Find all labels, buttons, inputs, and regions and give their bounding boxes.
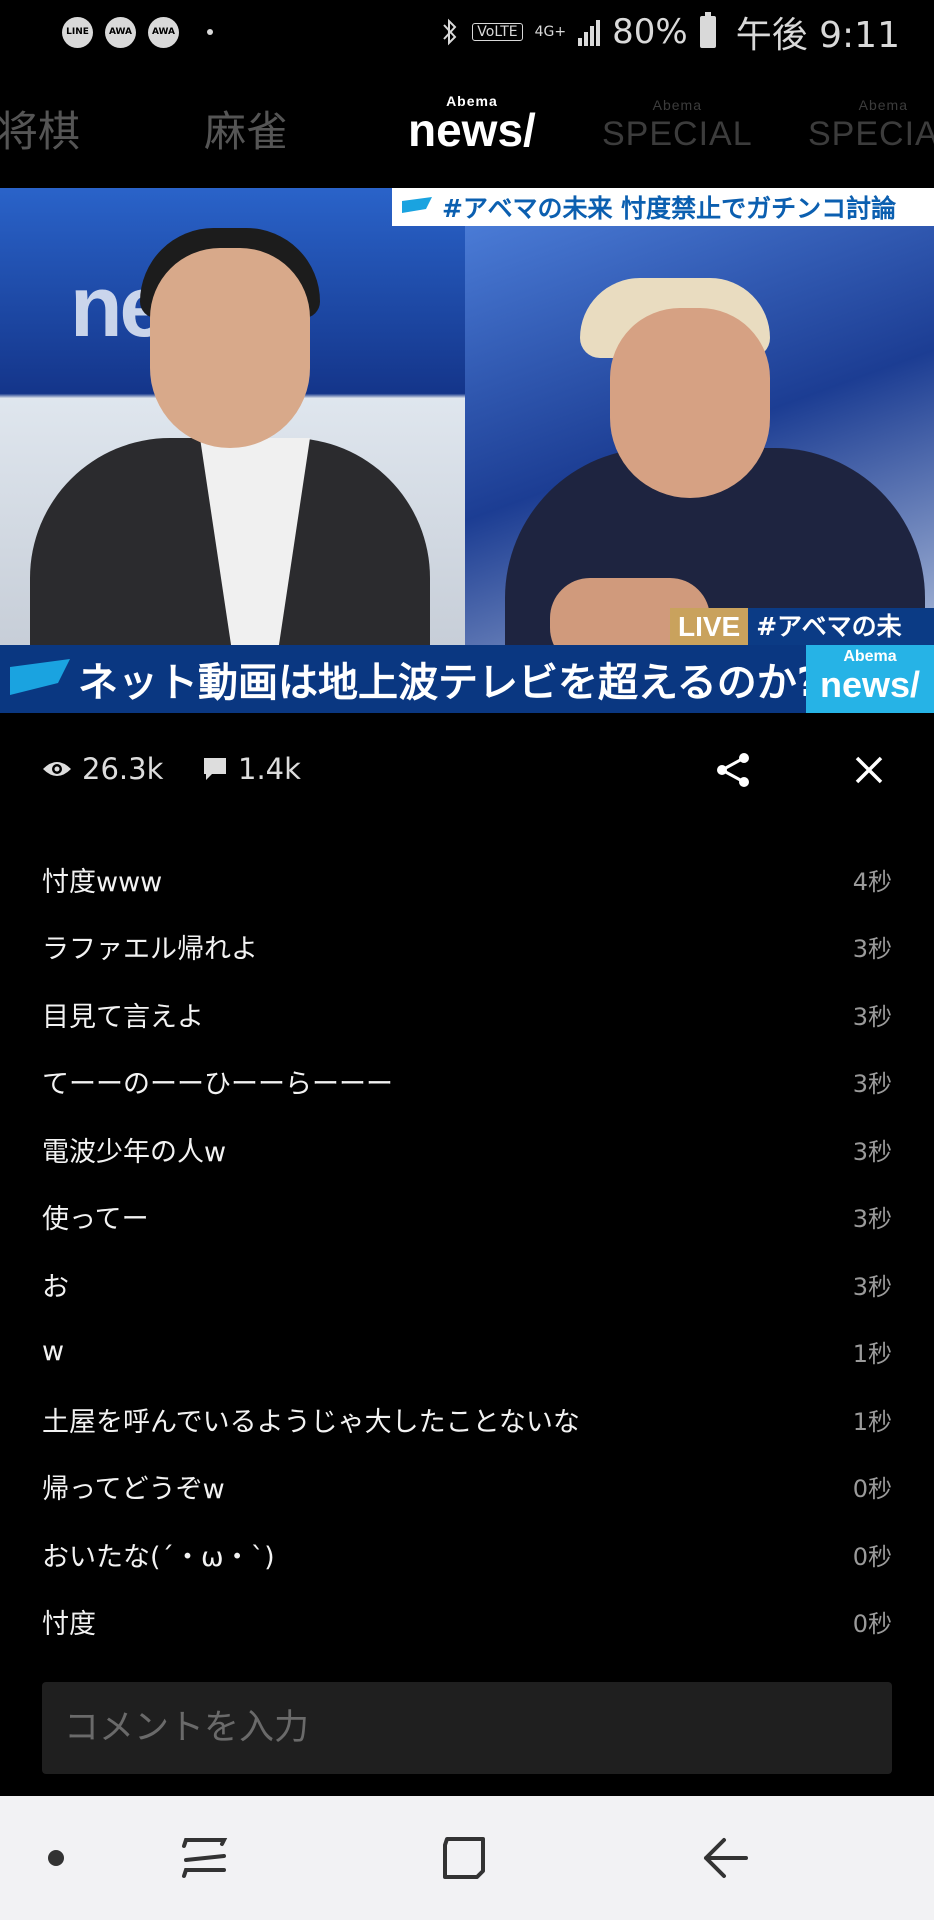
battery-percentage: 80% bbox=[612, 12, 688, 52]
comment-item: w 1秒 bbox=[42, 1318, 892, 1385]
awa-notification-icon: AWA bbox=[148, 16, 179, 48]
channel-tab-sub-label: Abema bbox=[858, 97, 908, 113]
comment-timestamp: 3秒 bbox=[852, 1273, 892, 1301]
comment-text: 忖度www bbox=[42, 867, 163, 898]
back-button[interactable] bbox=[686, 1796, 766, 1920]
guest-left-face bbox=[150, 248, 310, 448]
channel-tab-label: SPECIAL bbox=[808, 115, 934, 153]
system-navigation-bar bbox=[0, 1796, 934, 1920]
live-badge: LIVE bbox=[670, 608, 749, 645]
comment-item: 目見て言えよ 3秒 bbox=[42, 981, 892, 1048]
home-icon bbox=[443, 1837, 485, 1879]
close-button[interactable] bbox=[841, 742, 897, 798]
signal-strength-icon bbox=[578, 18, 601, 46]
comment-item: おいたな(´・ω・`) 0秒 bbox=[42, 1521, 892, 1588]
network-type-icon: 4G+ bbox=[534, 24, 567, 40]
comment-count: 1.4k bbox=[202, 752, 301, 786]
comment-text: 目見て言えよ bbox=[42, 1002, 204, 1033]
channel-tab-label: 麻雀 bbox=[204, 107, 289, 156]
comment-item: 帰ってどうぞw 0秒 bbox=[42, 1453, 892, 1520]
comment-item: お 3秒 bbox=[42, 1251, 892, 1318]
channel-tab-sub-label: Abema bbox=[652, 97, 702, 113]
eye-icon bbox=[43, 762, 71, 776]
clock: 午後 9:11 bbox=[735, 15, 900, 56]
video-top-ticker: #アベマの未来 忖度禁止でガチンコ討論 bbox=[392, 188, 934, 226]
comment-text: てーーのーーひーーらーーー bbox=[42, 1069, 393, 1100]
comment-item: 電波少年の人w 3秒 bbox=[42, 1116, 892, 1183]
channel-tab-label: 将棋 bbox=[0, 107, 81, 156]
back-arrow-icon bbox=[704, 1838, 748, 1878]
more-notifications-dot-icon bbox=[207, 29, 213, 35]
channel-tab-abema-special[interactable]: Abema SPECIAL bbox=[602, 98, 753, 156]
bluetooth-icon bbox=[443, 18, 457, 46]
abema-news-logo: Abema news/ bbox=[806, 645, 934, 713]
comment-timestamp: 3秒 bbox=[852, 1138, 892, 1166]
view-count: 26.3k bbox=[42, 752, 163, 786]
channel-tab-label: news/ bbox=[408, 104, 536, 156]
dot-icon bbox=[48, 1850, 64, 1866]
comment-text: w bbox=[42, 1336, 65, 1367]
stats-row: 26.3k 1.4k bbox=[0, 740, 934, 800]
comment-text: 土屋を呼んでいるようじゃ大したことないな bbox=[42, 1407, 580, 1438]
recent-apps-button[interactable] bbox=[160, 1796, 248, 1920]
comment-timestamp: 0秒 bbox=[852, 1543, 892, 1571]
comment-timestamp: 0秒 bbox=[852, 1475, 892, 1503]
volte-icon: VoLTE bbox=[472, 23, 523, 41]
comment-timestamp: 3秒 bbox=[852, 1003, 892, 1031]
comment-item: てーーのーーひーーらーーー 3秒 bbox=[42, 1048, 892, 1115]
flag-icon bbox=[402, 197, 432, 213]
comment-text: おいたな(´・ω・`) bbox=[42, 1542, 275, 1573]
status-bar: LINE AWA AWA VoLTE 4G+ 80% 午後 9:11 bbox=[0, 0, 934, 64]
guest-right-face bbox=[610, 308, 770, 498]
line-notification-icon: LINE bbox=[62, 16, 93, 48]
top-ticker-text: #アベマの未来 忖度禁止でガチンコ討論 bbox=[442, 194, 897, 223]
comment-timestamp: 3秒 bbox=[852, 1070, 892, 1098]
comment-item: 使ってー 3秒 bbox=[42, 1183, 892, 1250]
channel-tab-abema-news[interactable]: Abema news/ bbox=[408, 94, 536, 156]
comment-text: ラファエル帰れよ bbox=[42, 934, 258, 965]
home-button[interactable] bbox=[424, 1796, 504, 1920]
comment-item: 忖度www 4秒 bbox=[42, 846, 892, 913]
comment-text: 帰ってどうぞw bbox=[42, 1474, 225, 1505]
video-headline: ネット動画は地上波テレビを超えるのか? bbox=[78, 660, 821, 706]
comment-text: 使ってー bbox=[42, 1204, 149, 1235]
comment-item: ラファエル帰れよ 3秒 bbox=[42, 913, 892, 980]
video-headline-bar: ネット動画は地上波テレビを超えるのか? Abema news/ bbox=[0, 645, 934, 713]
comment-text: 電波少年の人w bbox=[42, 1137, 227, 1168]
recent-apps-icon bbox=[182, 1838, 228, 1878]
comment-text: お bbox=[42, 1272, 69, 1303]
share-icon bbox=[717, 753, 749, 787]
comment-timestamp: 1秒 bbox=[852, 1408, 892, 1436]
live-indicator: LIVE #アベマの未来 bbox=[670, 608, 934, 678]
comment-count-value: 1.4k bbox=[238, 752, 301, 786]
comment-timestamp: 0秒 bbox=[852, 1610, 892, 1638]
channel-tab-abema-special-2[interactable]: Abema SPECIAL bbox=[808, 98, 934, 156]
channel-tab-mahjong[interactable]: 麻雀 bbox=[204, 98, 288, 159]
speech-bubble-icon bbox=[204, 758, 226, 780]
awa-notification-icon: AWA bbox=[105, 16, 136, 48]
comment-text: 忖度 bbox=[42, 1609, 96, 1640]
flag-icon bbox=[10, 659, 70, 695]
channel-tab-strip: 将棋 麻雀 Abema news/ Abema SPECIAL Abema SP… bbox=[0, 88, 934, 158]
comment-input[interactable] bbox=[42, 1682, 892, 1774]
logo-sub-text: Abema bbox=[843, 648, 897, 665]
comment-timestamp: 4秒 bbox=[852, 868, 892, 896]
comment-item: 土屋を呼んでいるようじゃ大したことないな 1秒 bbox=[42, 1386, 892, 1453]
video-player[interactable]: news #アベマの未来 忖度禁止でガチンコ討論 LIVE #アベマの未来 ネッ… bbox=[0, 188, 934, 713]
nav-dot-button[interactable] bbox=[30, 1796, 82, 1920]
notification-icons: LINE AWA AWA bbox=[62, 16, 213, 48]
comment-timestamp: 1秒 bbox=[852, 1340, 892, 1368]
view-count-value: 26.3k bbox=[82, 752, 164, 786]
close-icon bbox=[855, 756, 883, 784]
comment-timestamp: 3秒 bbox=[852, 935, 892, 963]
share-button[interactable] bbox=[706, 742, 762, 798]
channel-tab-label: SPECIAL bbox=[602, 115, 753, 153]
system-indicators: VoLTE 4G+ 80% 午後 9:11 bbox=[440, 6, 900, 58]
comment-item: 忖度 0秒 bbox=[42, 1588, 892, 1655]
live-hashtag: #アベマの未来 bbox=[748, 608, 934, 678]
logo-main-text: news/ bbox=[819, 664, 921, 705]
channel-tab-shogi[interactable]: 将棋 bbox=[0, 98, 80, 159]
battery-icon bbox=[699, 12, 716, 48]
comment-timestamp: 3秒 bbox=[852, 1205, 892, 1233]
